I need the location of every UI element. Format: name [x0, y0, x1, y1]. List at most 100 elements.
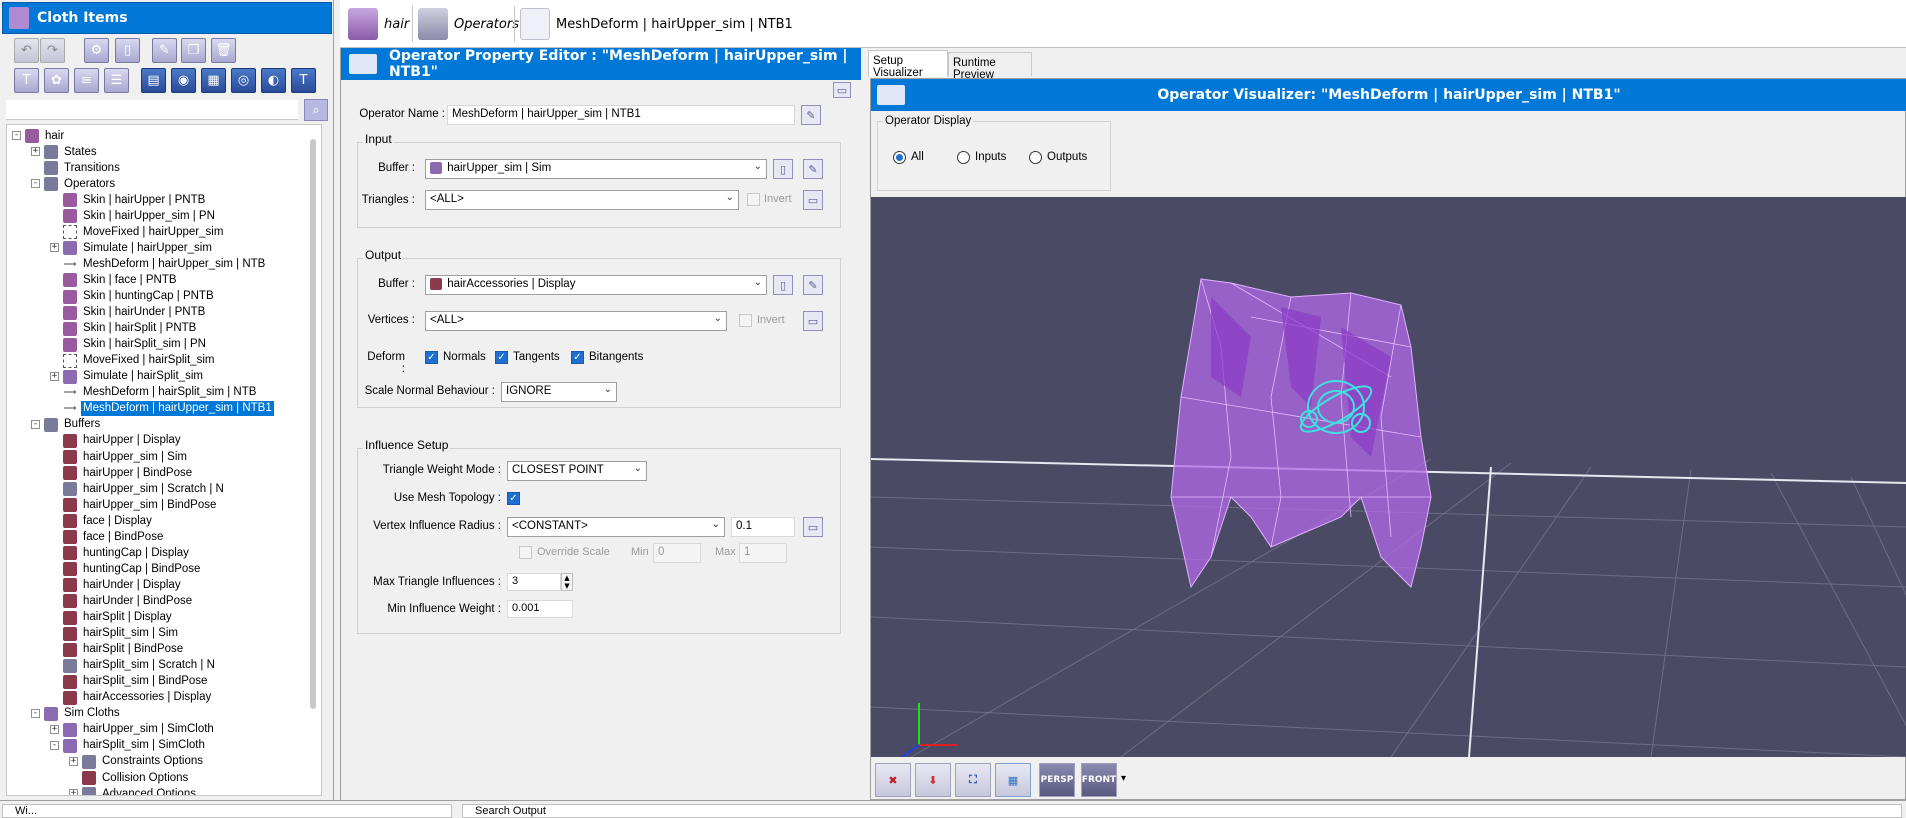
- output-buffer-edit-button[interactable]: ✎: [803, 275, 823, 295]
- tree-expander[interactable]: -: [50, 740, 59, 750]
- tree-search-input[interactable]: [6, 100, 298, 120]
- add-operator-button[interactable]: ☰: [104, 68, 129, 93]
- tab-runtime-preview[interactable]: Runtime Preview: [948, 52, 1032, 81]
- radio-outputs[interactable]: [1029, 151, 1042, 164]
- tree-item[interactable]: hairSplit | BindPose: [63, 642, 185, 658]
- tree-item[interactable]: Constraints Options: [82, 754, 205, 770]
- operator-name-field[interactable]: MeshDeform | hairUpper_sim | NTB1: [447, 105, 795, 125]
- vertices-options-button[interactable]: ▭: [803, 311, 823, 331]
- tree-item[interactable]: ⟶ MeshDeform | hairUpper_sim | NTB1: [63, 400, 275, 418]
- tree-item[interactable]: Skin | hairUpper | PNTB: [63, 192, 207, 208]
- frame-selection-icon[interactable]: ⛶: [955, 763, 991, 797]
- tree-item[interactable]: Skin | hairSplit_sim | PN: [63, 337, 208, 353]
- use-mesh-topology-checkbox[interactable]: ✓: [507, 492, 520, 505]
- tree-expander[interactable]: +: [69, 789, 78, 795]
- tree-item[interactable]: Operators: [44, 176, 117, 192]
- min-field[interactable]: 0: [653, 543, 701, 563]
- breadcrumb-operators[interactable]: Operators: [418, 8, 519, 40]
- triangles-select[interactable]: <ALL> ⌄: [425, 190, 739, 210]
- tree-item[interactable]: MoveFixed | hairSplit_sim: [63, 353, 216, 369]
- view-toggle-4-button[interactable]: ◎: [231, 68, 256, 93]
- vertices-invert-checkbox[interactable]: [739, 314, 752, 327]
- tree-expander[interactable]: -: [12, 131, 21, 140]
- tree-item[interactable]: hairSplit | Display: [63, 610, 174, 626]
- tree-item[interactable]: Collision Options: [82, 770, 190, 786]
- tree-item[interactable]: face | BindPose: [63, 529, 165, 545]
- max-triangle-influences-stepper[interactable]: 3: [507, 573, 561, 591]
- radio-inputs[interactable]: [957, 151, 970, 164]
- tree-item[interactable]: huntingCap | BindPose: [63, 561, 202, 577]
- tree-item[interactable]: hairUpper | Display: [63, 433, 183, 449]
- tree-item[interactable]: hairAccessories | Display: [63, 690, 213, 706]
- tree-expander[interactable]: -: [31, 708, 40, 718]
- tree-item[interactable]: hairSplit_sim | Scratch | N: [63, 658, 217, 674]
- tree-item[interactable]: hairSplit_sim | BindPose: [63, 674, 209, 690]
- front-view-button[interactable]: FRONT: [1081, 763, 1117, 797]
- radio-all[interactable]: [893, 151, 906, 164]
- tree-item[interactable]: hairUpper_sim | Sim: [63, 449, 189, 465]
- view-toggle-1-button[interactable]: ▤: [141, 68, 166, 93]
- min-influence-weight-field[interactable]: 0.001: [507, 600, 573, 618]
- tangents-checkbox[interactable]: ✓: [495, 351, 508, 364]
- tree-item[interactable]: hairUnder | BindPose: [63, 593, 194, 609]
- input-buffer-new-button[interactable]: ▯: [773, 159, 793, 179]
- move-down-icon[interactable]: ⬇: [915, 763, 951, 797]
- vertices-select[interactable]: <ALL> ⌄: [425, 311, 727, 331]
- triangles-invert-checkbox[interactable]: [747, 193, 760, 206]
- vertex-influence-radius-select[interactable]: <CONSTANT> ⌄: [507, 517, 725, 537]
- input-buffer-select[interactable]: hairUpper_sim | Sim ⌄: [425, 159, 767, 179]
- redo-button[interactable]: ↷: [40, 38, 65, 63]
- tree-item[interactable]: Simulate | hairSplit_sim: [63, 369, 205, 385]
- vertex-influence-radius-field[interactable]: 0.1: [731, 517, 795, 537]
- vertex-radius-options-button[interactable]: ▭: [803, 517, 823, 537]
- tree-item[interactable]: Buffers: [44, 417, 102, 433]
- triangle-weight-mode-select[interactable]: CLOSEST POINT ⌄: [507, 461, 647, 481]
- rename-button[interactable]: ✎: [801, 105, 821, 125]
- breadcrumb-hair[interactable]: hair: [348, 8, 409, 40]
- tree-item[interactable]: Sim Cloths: [44, 706, 122, 722]
- tree-scrollbar[interactable]: [310, 139, 316, 709]
- chevron-down-icon[interactable]: ▾: [1121, 773, 1126, 784]
- tree-expander[interactable]: +: [69, 756, 78, 766]
- undo-button[interactable]: ↶: [14, 38, 39, 63]
- settings-button[interactable]: ⚙: [84, 38, 109, 63]
- override-scale-checkbox[interactable]: [519, 546, 532, 559]
- tree-expander[interactable]: +: [31, 147, 40, 157]
- tree-item[interactable]: Skin | hairSplit | PNTB: [63, 321, 198, 337]
- tree-item[interactable]: hairUpper_sim | Scratch | N: [63, 481, 226, 497]
- tree-item[interactable]: Simulate | hairUpper_sim: [63, 240, 214, 256]
- tree-item[interactable]: hairSplit_sim | Sim: [63, 626, 180, 642]
- tree-item[interactable]: hairUpper | BindPose: [63, 465, 194, 481]
- tree-item[interactable]: ⟶ MeshDeform | hairUpper_sim | NTB: [63, 256, 267, 272]
- grid-toggle-icon[interactable]: ▦: [995, 763, 1031, 797]
- view-toggle-5-button[interactable]: ◐: [261, 68, 286, 93]
- panel-options-button[interactable]: ▭: [833, 82, 851, 98]
- input-buffer-edit-button[interactable]: ✎: [803, 159, 823, 179]
- bottom-tab-search-output[interactable]: Search Output: [462, 804, 1902, 818]
- view-toggle-6-button[interactable]: T: [291, 68, 316, 93]
- output-buffer-select[interactable]: hairAccessories | Display ⌄: [425, 275, 767, 295]
- tree-item[interactable]: States: [44, 144, 99, 160]
- tab-setup-visualizer[interactable]: Setup Visualizer: [868, 50, 948, 79]
- add-state-button[interactable]: ✿: [44, 68, 69, 93]
- output-buffer-new-button[interactable]: ▯: [773, 275, 793, 295]
- scale-normal-select[interactable]: IGNORE ⌄: [501, 382, 617, 402]
- triangles-options-button[interactable]: ▭: [803, 190, 823, 210]
- tree-expander[interactable]: -: [31, 419, 40, 429]
- normals-checkbox[interactable]: ✓: [425, 351, 438, 364]
- tree-item[interactable]: Skin | hairUpper_sim | PN: [63, 208, 217, 224]
- tree-expander[interactable]: -: [31, 179, 40, 189]
- bottom-tab-left[interactable]: Wi...: [2, 804, 452, 818]
- tree-expander[interactable]: +: [50, 243, 59, 253]
- cancel-icon[interactable]: ✖: [875, 763, 911, 797]
- tree-item[interactable]: Skin | hairUnder | PNTB: [63, 305, 207, 321]
- new-document-button[interactable]: ▯: [115, 38, 140, 63]
- tree-item[interactable]: hairUpper_sim | BindPose: [63, 497, 218, 513]
- tree-item[interactable]: hairSplit_sim | SimCloth: [63, 738, 207, 754]
- tree-item[interactable]: huntingCap | Display: [63, 545, 191, 561]
- cloth-tree[interactable]: - hair + States Transitions - Operators Skin | …: [6, 124, 322, 796]
- persp-view-button[interactable]: PERSP: [1039, 763, 1075, 797]
- copy-button[interactable]: ❐: [181, 38, 206, 63]
- tree-expander[interactable]: +: [50, 724, 59, 734]
- tree-item[interactable]: hairUnder | Display: [63, 577, 183, 593]
